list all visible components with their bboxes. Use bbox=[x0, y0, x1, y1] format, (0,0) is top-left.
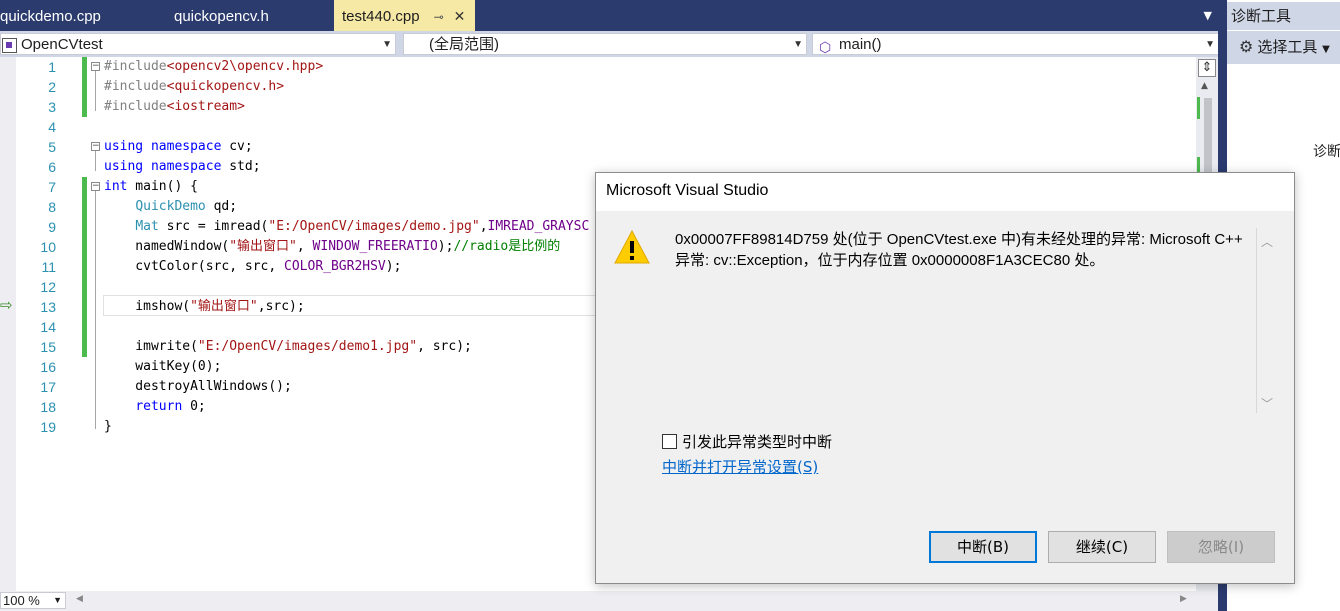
chevron-down-icon: ▼ bbox=[53, 595, 62, 605]
member-dropdown-value: main() bbox=[839, 36, 882, 53]
code-line[interactable]: destroyAllWindows(); bbox=[104, 377, 292, 397]
line-number: 15 bbox=[40, 339, 56, 355]
scroll-left-icon[interactable]: ◀ bbox=[76, 594, 83, 604]
checkbox-box[interactable] bbox=[662, 434, 677, 449]
close-icon[interactable]: ✕ bbox=[454, 0, 466, 33]
glyph-margin[interactable] bbox=[0, 57, 16, 591]
line-number: 7 bbox=[48, 179, 56, 195]
diagnostics-partial-text: 诊断 bbox=[1313, 144, 1340, 160]
change-marker bbox=[82, 57, 87, 117]
line-number: 17 bbox=[40, 379, 56, 395]
code-line[interactable]: int main() { bbox=[104, 177, 198, 197]
code-line[interactable]: QuickDemo qd; bbox=[104, 197, 237, 217]
gear-icon: ⚙ bbox=[1239, 37, 1254, 56]
code-line[interactable]: Mat src = imread("E:/OpenCV/images/demo.… bbox=[104, 217, 589, 237]
scope-dropdown[interactable]: (全局范围) ▼ bbox=[403, 33, 807, 55]
chevron-up-icon[interactable]: ︿ bbox=[1261, 233, 1273, 250]
chevron-down-icon: ▼ bbox=[1322, 44, 1330, 55]
zoom-dropdown[interactable]: 100 % ▼ bbox=[0, 592, 66, 609]
line-number: 13 bbox=[40, 299, 56, 315]
code-line[interactable]: imshow("输出窗口",src); bbox=[104, 297, 304, 317]
code-line[interactable]: waitKey(0); bbox=[104, 357, 221, 377]
code-line[interactable]: #include<opencv2\opencv.hpp> bbox=[104, 57, 323, 77]
tab-test440-cpp[interactable]: test440.cpp ⊸ ✕ bbox=[334, 0, 476, 34]
dialog-titlebar[interactable]: Microsoft Visual Studio bbox=[596, 173, 1294, 211]
outline-line bbox=[95, 191, 96, 429]
member-dropdown[interactable]: ⬡ main() ▼ bbox=[812, 33, 1219, 55]
tab-quickopencv-h[interactable]: quickopencv.h bbox=[174, 0, 269, 31]
diagnostic-tools-title[interactable]: 诊断工具 bbox=[1227, 2, 1340, 30]
code-line[interactable]: #include<iostream> bbox=[104, 97, 245, 117]
navigation-bar: OpenCVtest ▼ (全局范围) ▼ ⬡ main() ▼ bbox=[0, 31, 1220, 57]
line-number: 3 bbox=[48, 99, 56, 115]
change-marker bbox=[82, 177, 87, 357]
line-number: 1 bbox=[48, 59, 56, 75]
code-line[interactable]: } bbox=[104, 417, 112, 437]
code-line[interactable]: imwrite("E:/OpenCV/images/demo1.jpg", sr… bbox=[104, 337, 472, 357]
project-icon bbox=[2, 38, 17, 53]
code-line[interactable]: cvtColor(src, src, COLOR_BGR2HSV); bbox=[104, 257, 401, 277]
line-number: 9 bbox=[48, 219, 56, 235]
collapse-icon[interactable]: − bbox=[91, 142, 100, 151]
line-number: 6 bbox=[48, 159, 56, 175]
chevron-down-icon: ▼ bbox=[793, 39, 803, 50]
line-number: 19 bbox=[40, 419, 56, 435]
split-window-icon[interactable]: ⇕ bbox=[1198, 59, 1216, 77]
select-tools-label: 选择工具 bbox=[1257, 38, 1318, 56]
tab-label: test440.cpp bbox=[342, 8, 420, 25]
collapse-icon[interactable]: − bbox=[91, 62, 100, 71]
continue-button[interactable]: 继续(C) bbox=[1048, 531, 1156, 563]
line-number: 4 bbox=[48, 119, 56, 135]
line-number: 12 bbox=[40, 279, 56, 295]
tab-quickdemo-cpp[interactable]: quickdemo.cpp bbox=[0, 0, 101, 31]
exception-dialog: Microsoft Visual Studio 0x00007FF89814D7… bbox=[595, 172, 1295, 584]
code-line[interactable]: #include<quickopencv.h> bbox=[104, 77, 284, 97]
checkbox-label: 引发此异常类型时中断 bbox=[682, 433, 833, 451]
code-line[interactable]: using namespace cv; bbox=[104, 137, 253, 157]
chevron-down-icon: ▼ bbox=[1205, 39, 1215, 50]
code-line[interactable]: namedWindow("输出窗口", WINDOW_FREERATIO);//… bbox=[104, 237, 560, 257]
method-cube-icon: ⬡ bbox=[819, 39, 832, 55]
message-scroll-track bbox=[1256, 228, 1257, 413]
collapse-icon[interactable]: − bbox=[91, 182, 100, 191]
line-number: 10 bbox=[40, 239, 56, 255]
outline-line bbox=[95, 71, 96, 111]
ignore-button: 忽略(I) bbox=[1167, 531, 1275, 563]
project-dropdown-value: OpenCVtest bbox=[21, 36, 103, 53]
project-dropdown[interactable]: OpenCVtest ▼ bbox=[0, 33, 396, 55]
line-number: 2 bbox=[48, 79, 56, 95]
dialog-title: Microsoft Visual Studio bbox=[606, 182, 769, 199]
chevron-down-icon[interactable]: ﹀ bbox=[1261, 395, 1273, 412]
outline-line bbox=[95, 151, 96, 171]
break-button[interactable]: 中断(B) bbox=[929, 531, 1037, 563]
warning-icon bbox=[614, 230, 650, 264]
scrollbar-change-marker bbox=[1197, 97, 1200, 119]
horizontal-scrollbar[interactable] bbox=[0, 591, 1218, 611]
exception-message: 0x00007FF89814D759 处(位于 OpenCVtest.exe 中… bbox=[675, 231, 1243, 269]
select-tools-button[interactable]: ⚙ 选择工具 ▼ bbox=[1227, 31, 1340, 64]
break-on-exception-checkbox[interactable]: 引发此异常类型时中断 bbox=[662, 431, 832, 452]
chevron-down-icon: ▼ bbox=[382, 39, 392, 50]
code-line[interactable]: return 0; bbox=[104, 397, 205, 417]
line-number: 11 bbox=[41, 259, 56, 275]
pin-icon[interactable]: ⊸ bbox=[434, 1, 444, 34]
tab-overflow-dropdown-icon[interactable]: ▼ bbox=[1204, 9, 1212, 22]
zoom-level: 100 % bbox=[3, 593, 40, 608]
scope-dropdown-value: (全局范围) bbox=[429, 36, 499, 53]
scroll-right-icon[interactable]: ▶ bbox=[1180, 594, 1187, 604]
open-exception-settings-link[interactable]: 中断并打开异常设置(S) bbox=[662, 456, 818, 477]
line-number: 16 bbox=[40, 359, 56, 375]
current-statement-arrow-icon: ⇨ bbox=[0, 296, 13, 314]
line-number: 14 bbox=[40, 319, 56, 335]
line-number: 18 bbox=[40, 399, 56, 415]
scroll-up-icon[interactable]: ▲ bbox=[1201, 81, 1208, 91]
line-number: 8 bbox=[48, 199, 56, 215]
line-number: 5 bbox=[48, 139, 56, 155]
code-line[interactable]: using namespace std; bbox=[104, 157, 261, 177]
document-tab-strip: quickdemo.cpp quickopencv.h test440.cpp ⊸… bbox=[0, 0, 1220, 34]
